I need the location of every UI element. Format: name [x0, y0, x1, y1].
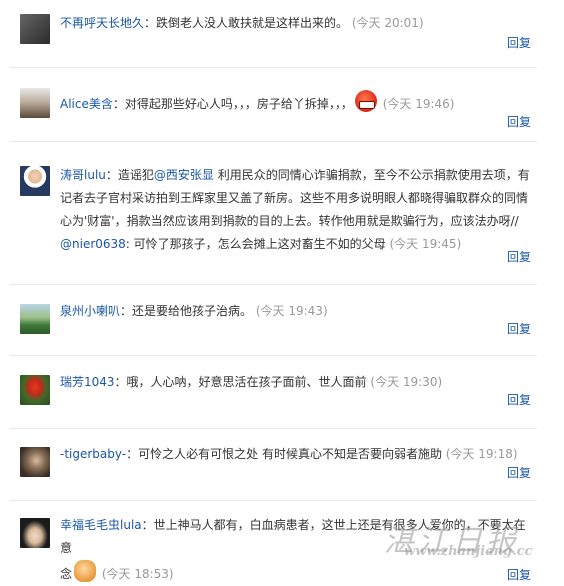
avatar[interactable]	[20, 14, 50, 44]
divider	[10, 67, 537, 68]
comment-body: 不再呼天长地久：跌倒老人没人敢扶就是这样出来的。 (今天 20:01)	[60, 12, 530, 35]
comment-item: 不再呼天长地久：跌倒老人没人敢扶就是这样出来的。 (今天 20:01) 回复	[0, 14, 564, 64]
comment-username[interactable]: -tigerbaby-	[60, 447, 126, 461]
reply-button[interactable]: 回复	[507, 34, 531, 51]
reply-button[interactable]: 回复	[507, 320, 531, 337]
comment-username[interactable]: 泉州小喇叭	[60, 304, 120, 318]
comment-text: ：还是要给他孩子治病。	[120, 304, 253, 318]
fist-emoji-icon	[74, 560, 97, 582]
comment-username[interactable]: Alice美含	[60, 97, 113, 111]
comment-time: (今天 19:30)	[370, 375, 443, 389]
comment-time: (今天 19:45)	[389, 237, 462, 251]
divider	[10, 428, 537, 429]
avatar[interactable]	[20, 166, 50, 196]
comment-item: 瑞芳1043：哦，人心呐，好意思活在孩子面前、世人面前 (今天 19:30) 回…	[0, 375, 564, 425]
comment-text: ：对得起那些好心人吗，，，房子给丫拆掉，，，	[112, 97, 353, 111]
divider	[10, 355, 537, 356]
comment-body: 涛哥lulu：造谣犯@西安张显 利用民众的同情心诈骗捐款，至今不公示捐款使用去项…	[60, 164, 530, 256]
comment-item: 幸福毛毛虫lula：世上神马人都有，白血病患者，这世上还是有很多人爱你的，不要太…	[0, 518, 564, 582]
comment-text: ：可怜之人必有可恨之处 有时候真心不知是否要向弱者施助	[126, 447, 442, 461]
comment-time: (今天 18:53)	[101, 567, 174, 581]
avatar[interactable]	[20, 518, 50, 548]
reply-button[interactable]: 回复	[507, 113, 531, 130]
reply-button[interactable]: 回复	[507, 391, 531, 408]
comment-text: ：跌倒老人没人敢扶就是这样出来的。	[144, 16, 349, 30]
avatar[interactable]	[20, 88, 50, 118]
reply-button[interactable]: 回复	[507, 566, 531, 583]
mention-link[interactable]: @nier0638	[60, 237, 126, 251]
avatar[interactable]	[20, 375, 50, 405]
comment-time: (今天 20:01)	[351, 16, 424, 30]
comment-body: -tigerbaby-：可怜之人必有可恨之处 有时候真心不知是否要向弱者施助 (…	[60, 443, 530, 466]
comment-time: (今天 19:18)	[445, 447, 518, 461]
comment-text: ：造谣犯	[105, 168, 154, 182]
avatar[interactable]	[20, 447, 50, 477]
comment-body: 瑞芳1043：哦，人心呐，好意思活在孩子面前、世人面前 (今天 19:30)	[60, 371, 530, 394]
comment-item: 涛哥lulu：造谣犯@西安张显 利用民众的同情心诈骗捐款，至今不公示捐款使用去项…	[0, 166, 564, 276]
divider	[10, 141, 537, 142]
comment-username[interactable]: 不再呼天长地久	[60, 16, 144, 30]
avatar[interactable]	[20, 304, 50, 334]
angry-emoji-icon	[354, 90, 377, 112]
comment-item: 泉州小喇叭：还是要给他孩子治病。 (今天 19:43) 回复	[0, 304, 564, 354]
comment-body: Alice美含：对得起那些好心人吗，，，房子给丫拆掉，，， (今天 19:46)	[60, 90, 530, 116]
comment-username[interactable]: 涛哥lulu	[60, 168, 106, 182]
reply-button[interactable]: 回复	[507, 464, 531, 481]
comment-item: -tigerbaby-：可怜之人必有可恨之处 有时候真心不知是否要向弱者施助 (…	[0, 447, 564, 497]
comment-time: (今天 19:43)	[255, 304, 328, 318]
comment-time: (今天 19:46)	[382, 97, 455, 111]
comment-body: 泉州小喇叭：还是要给他孩子治病。 (今天 19:43)	[60, 300, 530, 323]
comment-username[interactable]: 幸福毛毛虫lula	[60, 518, 142, 532]
comment-username[interactable]: 瑞芳1043	[60, 375, 115, 389]
comment-text: ：哦，人心呐，好意思活在孩子面前、世人面前	[114, 375, 367, 389]
comment-body: 幸福毛毛虫lula：世上神马人都有，白血病患者，这世上还是有很多人爱你的，不要太…	[60, 514, 530, 586]
comment-text: 念	[60, 567, 73, 581]
comment-item: Alice美含：对得起那些好心人吗，，，房子给丫拆掉，，， (今天 19:46)…	[0, 88, 564, 138]
mention-link[interactable]: @西安张显	[154, 168, 214, 182]
comment-text: : 可怜了那孩子，怎么会摊上这对畜生不如的父母	[125, 237, 386, 251]
divider	[10, 284, 537, 285]
divider	[10, 500, 537, 501]
reply-button[interactable]: 回复	[507, 248, 531, 265]
